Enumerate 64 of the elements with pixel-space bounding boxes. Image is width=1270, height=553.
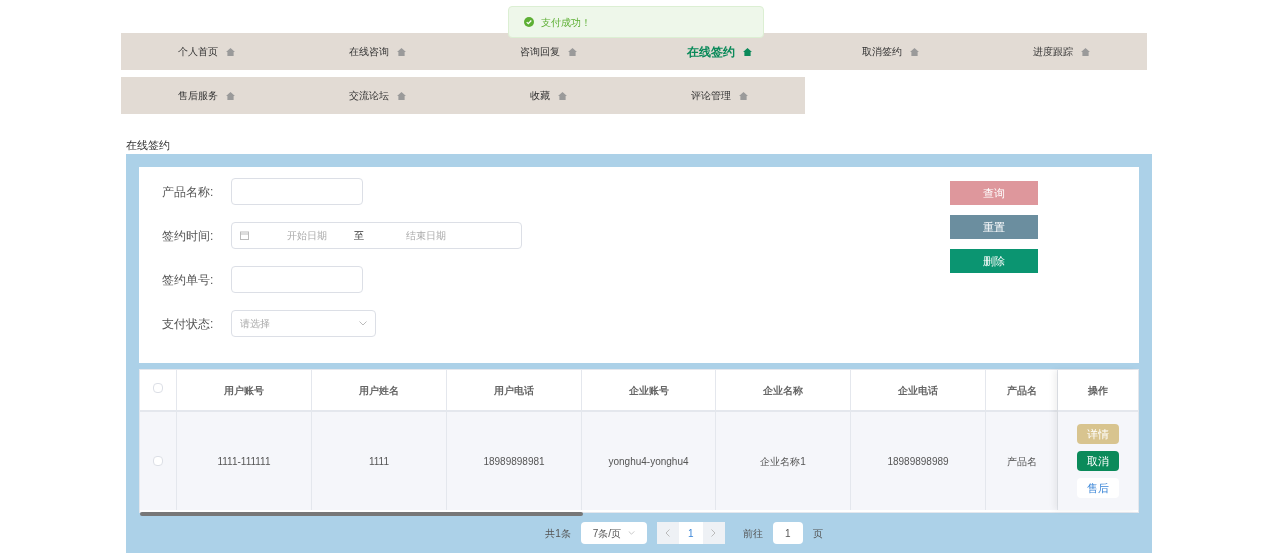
house-icon xyxy=(739,91,748,100)
column-header: 用户电话 xyxy=(447,370,582,410)
date-range-field[interactable]: 开始日期 至 结束日期 xyxy=(231,222,522,249)
page-suffix: 页 xyxy=(812,526,823,541)
column-header: 企业名称 xyxy=(716,370,851,410)
toast-message: 支付成功！ xyxy=(541,15,591,30)
page-size-select[interactable]: 7条/页 xyxy=(580,522,647,544)
nav-item[interactable]: 个人首页 xyxy=(121,33,292,70)
select-all-checkbox[interactable] xyxy=(153,383,163,393)
text-field[interactable] xyxy=(231,178,363,205)
chevron-right-icon xyxy=(711,529,717,537)
house-icon xyxy=(226,47,235,56)
table-cell: 18989898981 xyxy=(447,412,582,510)
cancel-button[interactable]: 取消 xyxy=(1077,451,1119,471)
nav-item[interactable]: 售后服务 xyxy=(121,77,292,114)
house-icon xyxy=(397,47,406,56)
horizontal-scrollbar[interactable] xyxy=(140,512,583,516)
nav-item[interactable]: 在线咨询 xyxy=(292,33,463,70)
chevron-left-icon xyxy=(665,529,671,537)
range-separator: 至 xyxy=(354,229,364,243)
column-header: 用户姓名 xyxy=(312,370,447,410)
house-icon xyxy=(568,47,577,56)
table-cell: 企业名称1 xyxy=(716,412,851,510)
calendar-icon xyxy=(240,231,249,240)
column-header: 企业电话 xyxy=(851,370,986,410)
chevron-down-icon xyxy=(359,321,367,326)
nav-item[interactable]: 交流论坛 xyxy=(292,77,463,114)
end-date-placeholder: 结束日期 xyxy=(406,229,446,243)
house-icon xyxy=(226,91,235,100)
total-count: 共1条 xyxy=(545,526,571,541)
page-number[interactable]: 1 xyxy=(678,522,703,544)
filter-label: 产品名称: xyxy=(162,183,215,201)
row-checkbox[interactable] xyxy=(153,456,163,466)
table-cell: 18989898989 xyxy=(851,412,986,510)
house-icon xyxy=(910,47,919,56)
nav-item[interactable]: 评论管理 xyxy=(634,77,805,114)
check-circle-icon xyxy=(524,17,534,27)
column-header: 企业账号 xyxy=(582,370,716,410)
house-icon xyxy=(1081,47,1090,56)
house-icon xyxy=(558,91,567,100)
goto-label: 前往 xyxy=(742,526,763,541)
house-icon xyxy=(397,91,406,100)
table-cell: 1111 xyxy=(312,412,447,510)
page-title: 在线签约 xyxy=(126,138,171,152)
chevron-down-icon xyxy=(627,531,635,535)
next-page-button[interactable] xyxy=(702,522,725,544)
column-header: 用户账号 xyxy=(177,370,312,410)
goto-page-field[interactable]: 1 xyxy=(772,522,803,544)
aftersale-button[interactable]: 售后 xyxy=(1077,478,1119,498)
nav-item[interactable]: 进度跟踪 xyxy=(976,33,1147,70)
filter-label: 签约单号: xyxy=(162,271,215,289)
text-field[interactable] xyxy=(231,266,363,293)
table-cell: yonghu4-yonghu4 xyxy=(582,412,716,510)
nav-item[interactable]: 取消签约 xyxy=(805,33,976,70)
reset-button[interactable]: 重置 xyxy=(950,215,1038,239)
delete-button[interactable]: 删除 xyxy=(950,249,1038,273)
table-cell: 1111-111111 xyxy=(177,412,312,510)
filter-label: 支付状态: xyxy=(162,315,215,333)
house-icon xyxy=(743,47,752,56)
nav-item[interactable]: 咨询回复 xyxy=(463,33,634,70)
filter-label: 签约时间: xyxy=(162,227,215,245)
nav-item[interactable]: 收藏 xyxy=(463,77,634,114)
previous-page-button[interactable] xyxy=(656,522,679,544)
start-date-placeholder: 开始日期 xyxy=(287,229,327,243)
